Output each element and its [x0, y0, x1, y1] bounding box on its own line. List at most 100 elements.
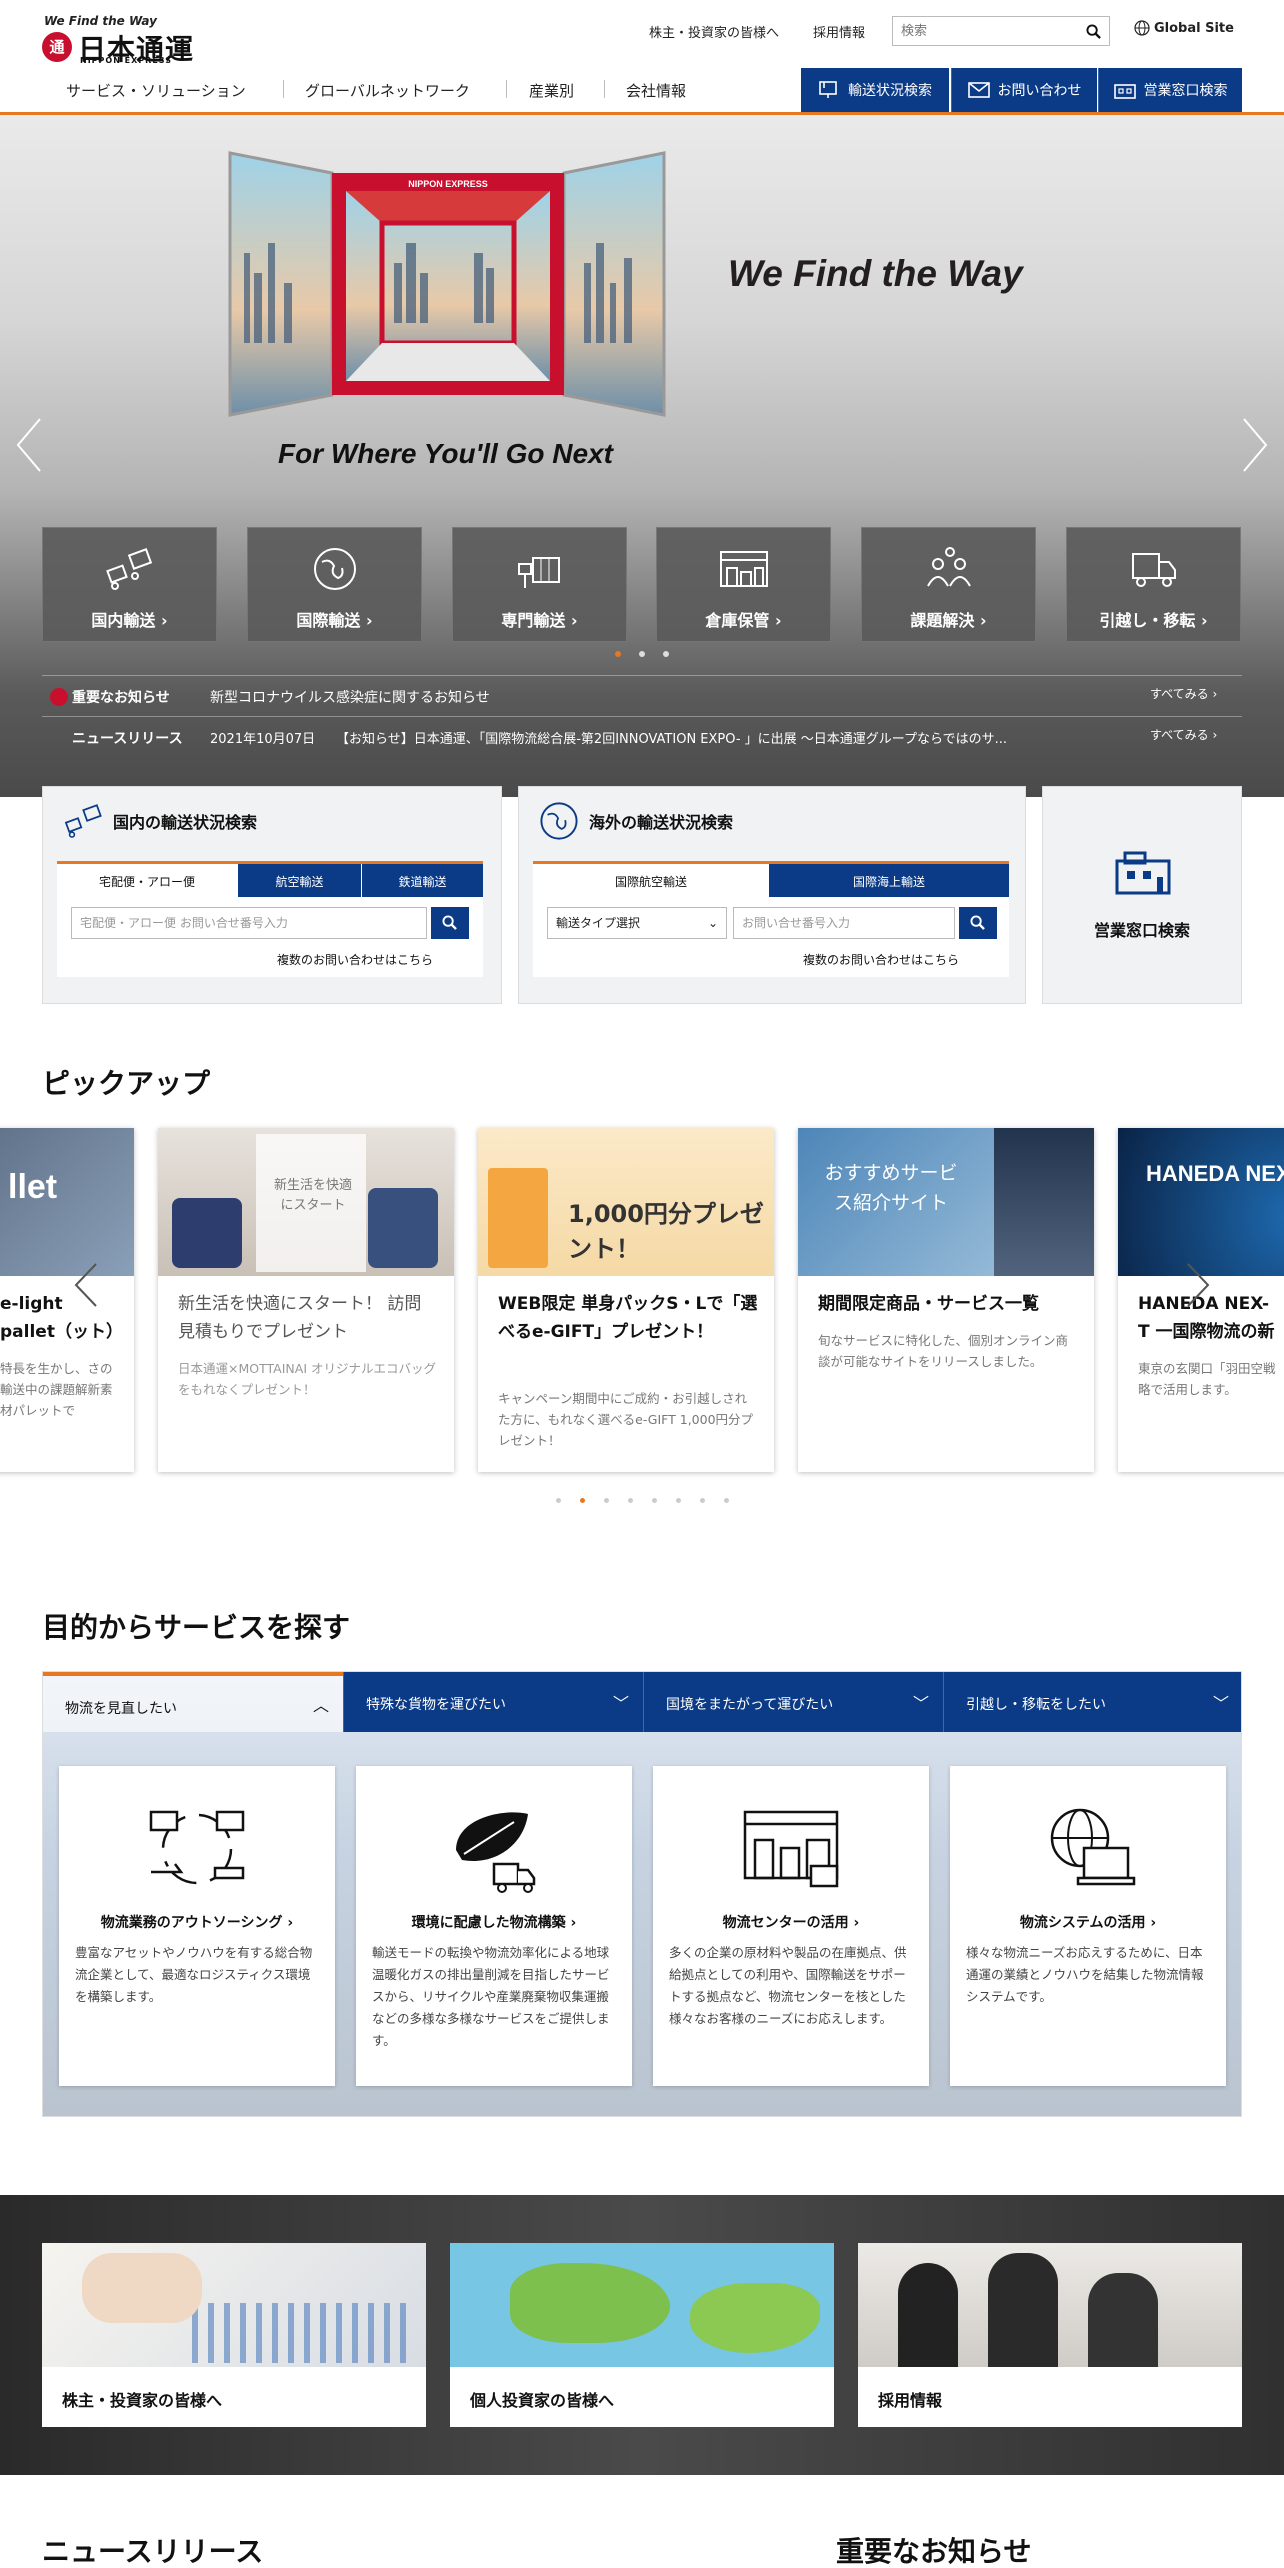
investors-link[interactable]: 株主・投資家の皆様へ — [649, 22, 779, 41]
pickup-image: 1,000円分プレゼント！ — [478, 1128, 774, 1276]
purpose-title: 目的からサービスを探す — [42, 1611, 351, 1644]
news-link[interactable]: 【お知らせ】日本通運、「国際物流総合展-第2回INNOVATION EXPO- … — [336, 728, 1146, 747]
building-icon — [1113, 84, 1136, 99]
pickup-card[interactable]: 新生活を快適にスタート 新生活を快適にスタート！ 訪問見積もりでプレゼント 日本… — [158, 1128, 454, 1472]
domestic-multi-link[interactable]: 複数のお問い合わせはこちら — [277, 951, 433, 968]
domestic-tracking-input[interactable]: 宅配便・アロー便 お問い合せ番号入力 — [71, 907, 427, 939]
nav-divider — [506, 80, 507, 98]
transport-type-select[interactable]: 輸送タイプ選択 ⌄ — [547, 907, 727, 939]
hero-banner: NIPPON EXPRESS We Find the Way For Where… — [0, 115, 1284, 797]
hero-prev-arrow-icon[interactable] — [14, 415, 44, 475]
domestic-tracking-title: 国内の輸送状況検索 — [113, 813, 258, 832]
investor-card[interactable]: 株主・投資家の皆様へ — [42, 2243, 426, 2427]
pickup-dot[interactable] — [628, 1498, 633, 1503]
pickup-card-title: 新生活を快適にスタート！ 訪問見積もりでプレゼント — [178, 1294, 422, 1342]
service-label: 国際輸送 — [296, 611, 361, 630]
hero-headline: We Find the Way — [728, 253, 1023, 294]
pickup-card-desc: 日本通運×MOTTAINAI オリジナルエコバッグをもれなくプレゼント！ — [178, 1361, 436, 1397]
purpose-card[interactable]: 物流システムの活用 › 様々な物流ニーズお応えするために、日本通運の業績とノウハ… — [950, 1766, 1226, 2086]
news-label: ニュースリリース — [72, 731, 183, 747]
purpose-card[interactable]: 環境に配慮した物流構築 › 輸送モードの転換や物流効率化による地球温暖化ガスの排… — [356, 1766, 632, 2086]
tab-air[interactable]: 航空輸送 — [237, 864, 361, 898]
site-header: We Find the Way 通 日本通運 NIPPON EXPRESS 株主… — [0, 0, 1284, 115]
pickup-dot[interactable] — [652, 1498, 657, 1503]
investor-card[interactable]: 採用情報 — [858, 2243, 1242, 2427]
global-site-label: Global Site — [1154, 20, 1234, 36]
tab-rail[interactable]: 鉄道輸送 — [361, 864, 483, 898]
investor-card[interactable]: 個人投資家の皆様へ — [450, 2243, 834, 2427]
domestic-search-button[interactable] — [431, 907, 469, 939]
tab-purpose-special[interactable]: 特殊な貨物を運びたい ﹀ — [343, 1672, 643, 1732]
overseas-tracking-input[interactable]: お問い合せ番号入力 — [733, 907, 955, 939]
service-tile-special[interactable]: 専門輸送 › — [452, 527, 627, 642]
domestic-transport-icon — [106, 548, 153, 590]
purpose-panel: 物流を見直したい ︿ 特殊な貨物を運びたい ﹀ 国境をまたがって運びたい ﹀ 引越し・… — [42, 1671, 1242, 2117]
nav-services[interactable]: サービス・ソリューション — [66, 80, 246, 101]
nav-company[interactable]: 会社情報 — [626, 80, 686, 101]
overseas-tracking-panel: 海外の輸送状況検索 国際航空輸送 国際海上輸送 輸送タイプ選択 ⌄ お問い合せ番号… — [518, 786, 1026, 1004]
service-tile-international[interactable]: 国際輸送 › — [247, 527, 422, 642]
page: We Find the Way 通 日本通運 NIPPON EXPRESS 株主… — [0, 0, 1284, 2568]
purpose-card[interactable]: 物流センターの活用 › 多くの企業の原材料や製品の在庫拠点、供給拠点としての利用… — [653, 1766, 929, 2086]
purpose-card-title: 物流業務のアウトソーシング › — [100, 1915, 294, 1931]
service-tile-warehouse[interactable]: 倉庫保管 › — [656, 527, 831, 642]
office-search-label: 営業窓口検索 — [1093, 921, 1190, 940]
container-label: NIPPON EXPRESS — [408, 179, 488, 189]
hero-dot[interactable] — [639, 651, 645, 657]
overseas-search-button[interactable] — [959, 907, 997, 939]
purpose-card[interactable]: 物流業務のアウトソーシング › 豊富なアセットやノウハウを有する総合物流企業とし… — [59, 1766, 335, 2086]
contact-label: お問い合わせ — [997, 83, 1082, 99]
nav-global-network[interactable]: グローバルネットワーク — [305, 80, 470, 101]
news-section-title: ニュースリリース — [42, 2535, 264, 2568]
service-label: 専門輸送 — [501, 611, 566, 630]
pickup-dot[interactable] — [604, 1498, 609, 1503]
recruit-link[interactable]: 採用情報 — [813, 22, 865, 41]
pickup-next-arrow-icon[interactable] — [1184, 1260, 1212, 1310]
hero-next-arrow-icon[interactable] — [1240, 415, 1270, 475]
search-icon[interactable] — [1086, 24, 1101, 39]
investor-image — [858, 2243, 1242, 2367]
global-site-link[interactable]: Global Site — [1134, 20, 1234, 36]
pickup-dot[interactable] — [556, 1498, 561, 1503]
globe-icon — [314, 548, 356, 590]
pickup-dot[interactable] — [700, 1498, 705, 1503]
hero-dot[interactable] — [663, 651, 669, 657]
purpose-card-desc: 豊富なアセットやノウハウを有する総合物流企業として、最適なロジスティクス環境を構… — [75, 1945, 313, 2004]
service-tile-domestic[interactable]: 国内輸送 › — [42, 527, 217, 642]
overseas-multi-link[interactable]: 複数のお問い合わせはこちら — [803, 951, 959, 968]
tab-purpose-logistics[interactable]: 物流を見直したい ︿ — [43, 1672, 343, 1732]
pickup-dot[interactable] — [676, 1498, 681, 1503]
pickup-dot[interactable] — [724, 1498, 729, 1503]
pickup-card[interactable]: 1,000円分プレゼント！ WEB限定 単身パックS・Lで「選べるe-GIFT」… — [478, 1128, 774, 1472]
search-icon — [970, 915, 985, 930]
tracking-search-button[interactable]: 輸送状況検索 — [801, 68, 949, 112]
pickup-card[interactable]: おすすめサービス紹介サイト 期間限定商品・サービス一覧 旬なサービスに特化した、… — [798, 1128, 1094, 1472]
service-tile-solutions[interactable]: 課題解決 › — [861, 527, 1036, 642]
globe-icon — [1134, 20, 1150, 36]
tab-purpose-moving[interactable]: 引越し・移転をしたい ﹀ — [943, 1672, 1241, 1732]
pickup-card-title: 期間限定商品・サービス一覧 — [818, 1294, 1039, 1314]
nav-industry[interactable]: 産業別 — [529, 80, 574, 101]
pickup-prev-arrow-icon[interactable] — [72, 1260, 100, 1310]
contact-button[interactable]: お問い合わせ — [951, 68, 1097, 112]
see-all-news-link[interactable]: すべてみる › — [1150, 726, 1217, 743]
see-all-important-link[interactable]: すべてみる › — [1150, 685, 1217, 702]
logo-tagline: We Find the Way — [44, 14, 157, 28]
office-search-panel[interactable]: 営業窓口検索 — [1042, 786, 1242, 1004]
important-notice-link[interactable]: 新型コロナウイルス感染症に関するお知らせ — [210, 687, 490, 707]
container-image: NIPPON EXPRESS — [228, 151, 666, 417]
hero-dot-active[interactable] — [615, 651, 621, 657]
search-input[interactable] — [893, 17, 1073, 45]
pickup-card[interactable]: llet e-light pallet（ット） 特長を生かし、さの輸送中の課題解… — [0, 1128, 134, 1472]
tab-intl-ocean[interactable]: 国際海上輸送 — [769, 864, 1009, 898]
service-tile-moving[interactable]: 引越し・移転 › — [1066, 527, 1241, 642]
pickup-card-title: e-light pallet（ット） — [0, 1294, 123, 1342]
pickup-card-title: WEB限定 単身パックS・Lで「選べるe-GIFT」プレゼント！ — [498, 1294, 758, 1342]
purpose-card-title: 物流システムの活用 › — [1019, 1915, 1157, 1931]
pickup-dot-active[interactable] — [580, 1498, 585, 1503]
tab-intl-air[interactable]: 国際航空輸送 — [533, 864, 769, 898]
office-search-button[interactable]: 営業窓口検索 — [1098, 68, 1242, 112]
tab-purpose-crossborder[interactable]: 国境をまたがって運びたい ﹀ — [643, 1672, 943, 1732]
tab-parcel[interactable]: 宅配便・アロー便 — [57, 864, 237, 898]
globe-icon — [540, 802, 578, 840]
